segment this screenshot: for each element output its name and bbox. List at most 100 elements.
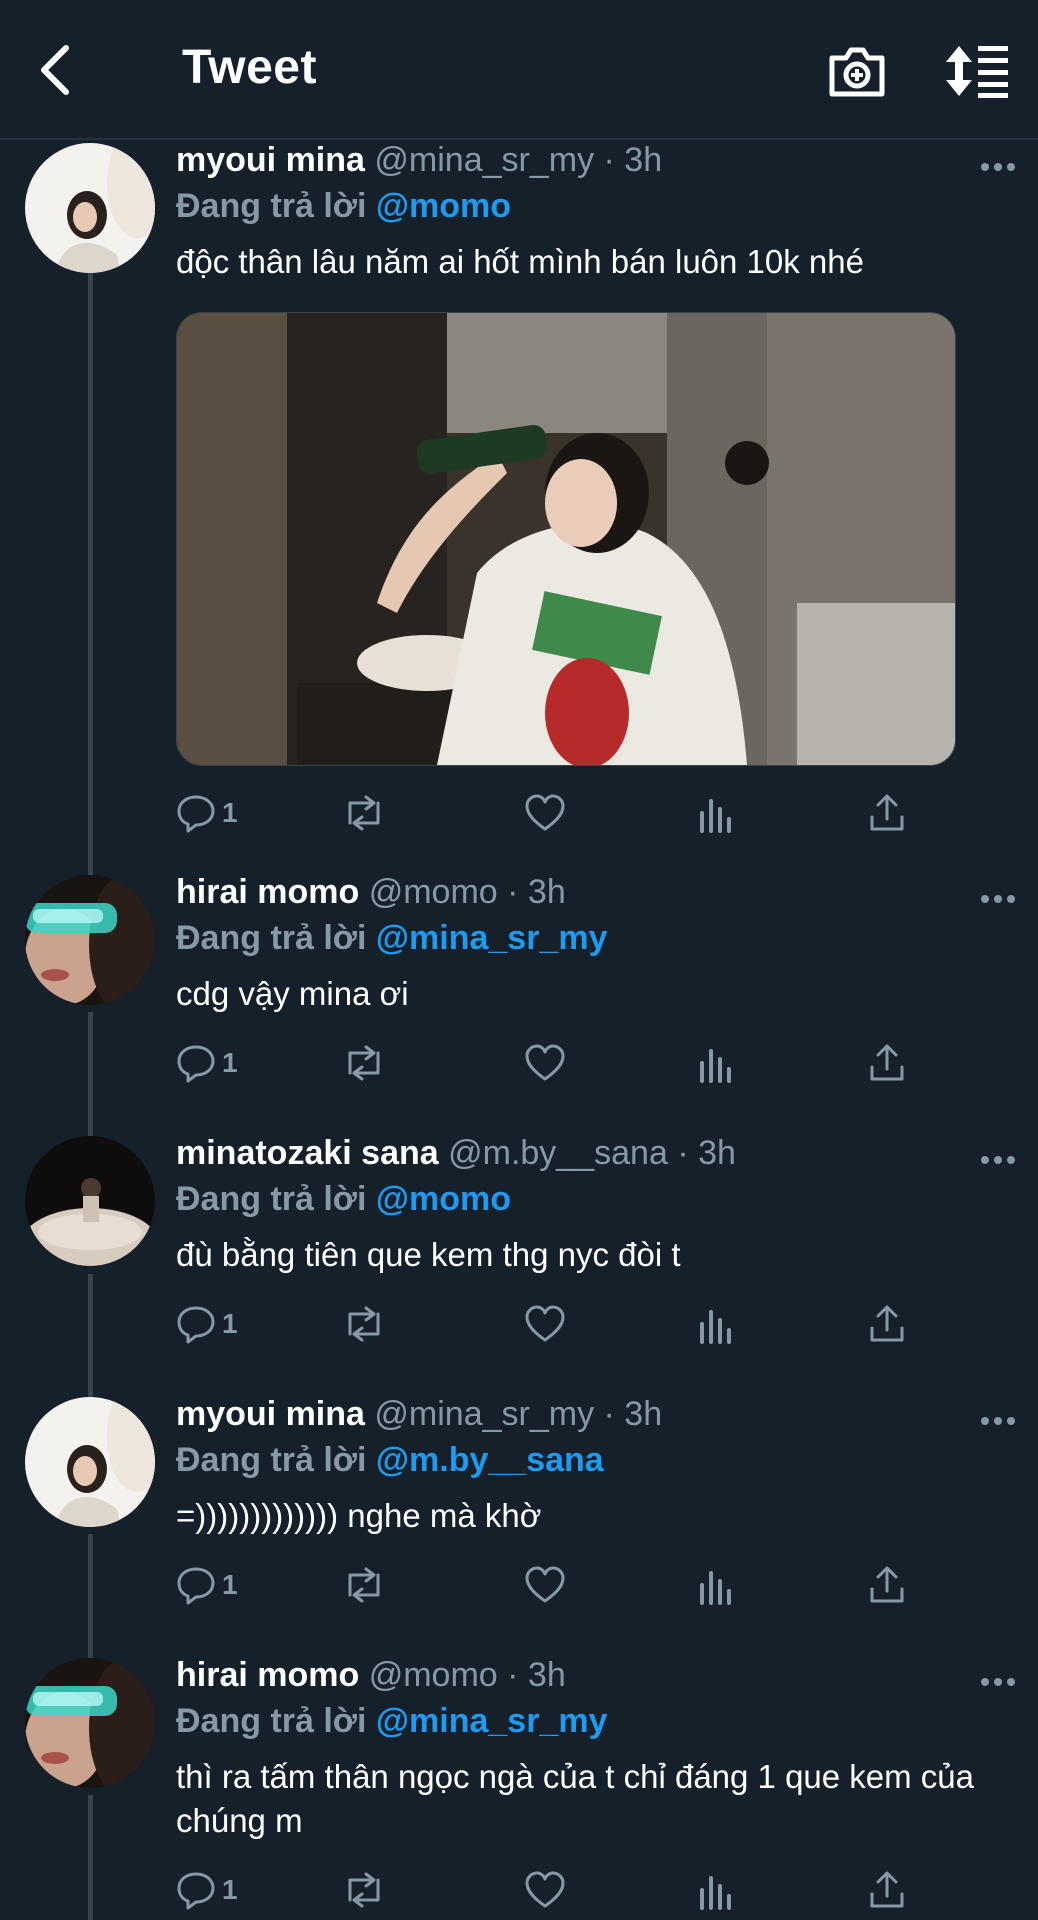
username[interactable]: @momo (369, 1656, 498, 1694)
more-icon (981, 1417, 1015, 1425)
tweet-text: độc thân lâu năm ai hốt mình bán luôn 10… (176, 243, 864, 280)
share-button[interactable] (868, 788, 906, 838)
tweet[interactable]: minatozaki sana @m.by__sana · 3h Đang tr… (0, 1133, 1038, 1383)
share-button[interactable] (868, 1865, 906, 1915)
reply-thread: myoui mina @mina_sr_my · 3h Đang trả lời… (0, 140, 1038, 1920)
username[interactable]: @mina_sr_my (374, 1395, 594, 1433)
like-button[interactable] (524, 788, 566, 838)
share-icon (870, 1871, 904, 1908)
display-name[interactable]: hirai momo (176, 873, 359, 911)
reply-count: 1 (222, 1047, 238, 1078)
page-title: Tweet (182, 41, 317, 94)
like-button[interactable] (524, 1560, 566, 1610)
analytics-icon (700, 1049, 731, 1083)
like-button[interactable] (524, 1865, 566, 1915)
analytics-button[interactable] (698, 1865, 734, 1915)
share-icon (870, 1566, 904, 1603)
share-button[interactable] (868, 1560, 906, 1610)
username[interactable]: @m.by__sana (448, 1134, 668, 1172)
tweet-actions: 1 (176, 1038, 916, 1088)
reply-button[interactable]: 1 (176, 1038, 238, 1088)
timestamp: 3h (527, 1656, 566, 1694)
mention-link[interactable]: @mina_sr_my (376, 1702, 608, 1740)
heart-icon (525, 1044, 565, 1081)
more-options-button[interactable] (980, 892, 1016, 906)
retweet-icon (348, 795, 380, 831)
reply-button[interactable]: 1 (176, 1299, 238, 1349)
more-icon (981, 895, 1015, 903)
analytics-icon (700, 1876, 731, 1910)
tweet[interactable]: hirai momo @momo · 3h Đang trả lời @mina… (0, 872, 1038, 1122)
retweet-icon (348, 1045, 380, 1081)
heart-icon (525, 794, 565, 831)
avatar[interactable] (25, 1397, 155, 1527)
analytics-icon (700, 1571, 731, 1605)
retweet-button[interactable] (342, 1299, 386, 1349)
mention-link[interactable]: @momo (376, 187, 511, 225)
heart-icon (525, 1305, 565, 1342)
display-name[interactable]: myoui mina (176, 1395, 365, 1433)
reply-icon (177, 1872, 215, 1910)
username[interactable]: @momo (369, 873, 498, 911)
reply-context: Đang trả lời @momo (176, 1180, 512, 1218)
retweet-icon (348, 1872, 380, 1908)
more-options-button[interactable] (980, 160, 1016, 174)
reply-context: Đang trả lời @mina_sr_my (176, 919, 608, 957)
camera-button[interactable] (826, 42, 888, 100)
tweet-text: cdg vậy mina ơi (176, 975, 409, 1012)
reply-count: 1 (222, 1874, 238, 1905)
mention-link[interactable]: @m.by__sana (376, 1441, 604, 1479)
heart-icon (525, 1566, 565, 1603)
timestamp: 3h (624, 141, 663, 179)
like-button[interactable] (524, 1038, 566, 1088)
analytics-icon (700, 1310, 731, 1344)
analytics-button[interactable] (698, 1038, 734, 1088)
back-button[interactable] (30, 40, 86, 100)
share-button[interactable] (868, 1299, 906, 1349)
retweet-icon (348, 1567, 380, 1603)
avatar[interactable] (25, 1136, 155, 1266)
mention-link[interactable]: @momo (376, 1180, 511, 1218)
retweet-button[interactable] (342, 1560, 386, 1610)
sort-icon (946, 46, 1008, 98)
more-options-button[interactable] (980, 1414, 1016, 1428)
share-icon (870, 794, 904, 831)
share-button[interactable] (868, 1038, 906, 1088)
retweet-button[interactable] (342, 1865, 386, 1915)
tweet-actions: 1 (176, 1560, 916, 1610)
analytics-button[interactable] (698, 788, 734, 838)
analytics-button[interactable] (698, 1560, 734, 1610)
reply-button[interactable]: 1 (176, 1560, 238, 1610)
more-icon (981, 163, 1015, 171)
top-bar: Tweet (0, 0, 1038, 140)
display-name[interactable]: minatozaki sana (176, 1134, 439, 1172)
camera-plus-icon (829, 47, 885, 97)
more-options-button[interactable] (980, 1675, 1016, 1689)
tweet-actions: 1 (176, 788, 916, 838)
sort-button[interactable] (944, 42, 1010, 100)
more-options-button[interactable] (980, 1153, 1016, 1167)
display-name[interactable]: hirai momo (176, 1656, 359, 1694)
tweet[interactable]: hirai momo @momo · 3h Đang trả lời @mina… (0, 1655, 1038, 1920)
reply-count: 1 (222, 797, 238, 828)
avatar[interactable] (25, 875, 155, 1005)
analytics-button[interactable] (698, 1299, 734, 1349)
tweet[interactable]: myoui mina @mina_sr_my · 3h Đang trả lời… (0, 1394, 1038, 1644)
avatar[interactable] (25, 1658, 155, 1788)
mention-link[interactable]: @mina_sr_my (376, 919, 608, 957)
retweet-button[interactable] (342, 788, 386, 838)
reply-icon (177, 1045, 215, 1083)
tweet-text: đù bằng tiên que kem thg nyc đòi t (176, 1236, 681, 1273)
like-button[interactable] (524, 1299, 566, 1349)
reply-icon (177, 795, 215, 833)
tweet-photo[interactable] (176, 312, 956, 766)
timestamp: 3h (624, 1395, 663, 1433)
tweet[interactable]: myoui mina @mina_sr_my · 3h Đang trả lời… (0, 140, 1038, 860)
more-icon (981, 1156, 1015, 1164)
retweet-button[interactable] (342, 1038, 386, 1088)
reply-button[interactable]: 1 (176, 1865, 238, 1915)
username[interactable]: @mina_sr_my (374, 141, 594, 179)
display-name[interactable]: myoui mina (176, 141, 365, 179)
avatar[interactable] (25, 143, 155, 273)
reply-button[interactable]: 1 (176, 788, 238, 838)
